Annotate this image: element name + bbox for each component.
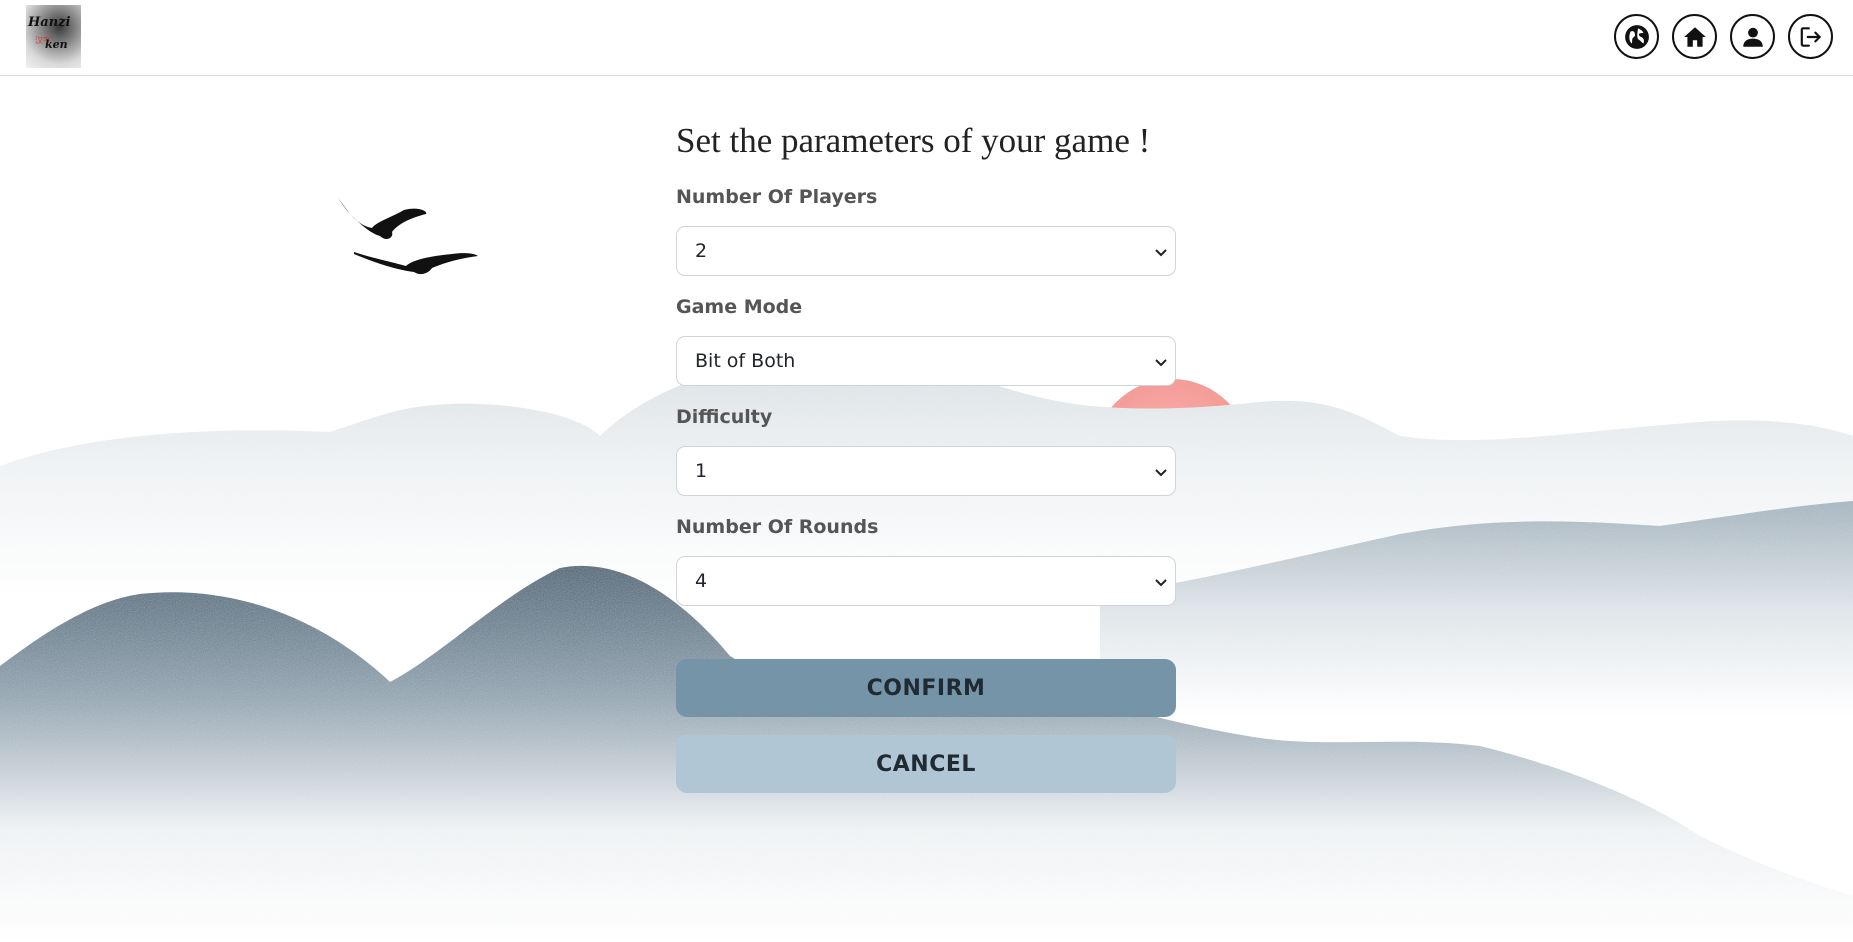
chevron-down-icon (1155, 579, 1167, 587)
select-value: 1 (695, 460, 708, 482)
game-mode-select[interactable]: Bit of Both (676, 336, 1176, 386)
logout-icon (1800, 26, 1821, 47)
birds-illustration (338, 198, 478, 275)
chevron-down-icon (1155, 469, 1167, 477)
field-label: Number Of Rounds (676, 516, 879, 538)
players-select[interactable]: 2 (676, 226, 1176, 276)
field-label: Number Of Players (676, 186, 878, 208)
hanziken-logo[interactable]: Hanzi 汉字 ken (26, 5, 81, 68)
user-icon (1742, 27, 1763, 47)
page-title: Set the parameters of your game ! (676, 121, 1151, 160)
field-label: Difficulty (676, 406, 773, 428)
top-navbar: Hanzi 汉字 ken (0, 0, 1853, 76)
difficulty-select[interactable]: 1 (676, 446, 1176, 496)
game-parameters-form: Set the parameters of your game ! Number… (676, 116, 1176, 793)
select-value: 2 (695, 240, 708, 262)
select-value: 4 (695, 570, 708, 592)
players-field: Number Of Players 2 (676, 182, 1176, 276)
select-value: Bit of Both (695, 350, 796, 372)
confirm-button[interactable]: CONFIRM (676, 659, 1176, 717)
profile-button[interactable] (1730, 14, 1775, 59)
difficulty-field: Difficulty 1 (676, 402, 1176, 496)
globe-icon (1624, 24, 1649, 49)
rounds-field: Number Of Rounds 4 (676, 512, 1176, 606)
home-button[interactable] (1672, 14, 1717, 59)
logo-text: Hanzi (28, 15, 71, 30)
language-button[interactable] (1614, 14, 1659, 59)
chevron-down-icon (1155, 359, 1167, 367)
nav-icon-group (1614, 14, 1833, 59)
cancel-button[interactable]: CANCEL (676, 735, 1176, 793)
chevron-down-icon (1155, 249, 1167, 257)
logo-text: ken (45, 38, 68, 51)
logout-button[interactable] (1788, 14, 1833, 59)
game-mode-field: Game Mode Bit of Both (676, 292, 1176, 386)
home-icon (1683, 26, 1706, 47)
field-label: Game Mode (676, 296, 803, 318)
rounds-select[interactable]: 4 (676, 556, 1176, 606)
